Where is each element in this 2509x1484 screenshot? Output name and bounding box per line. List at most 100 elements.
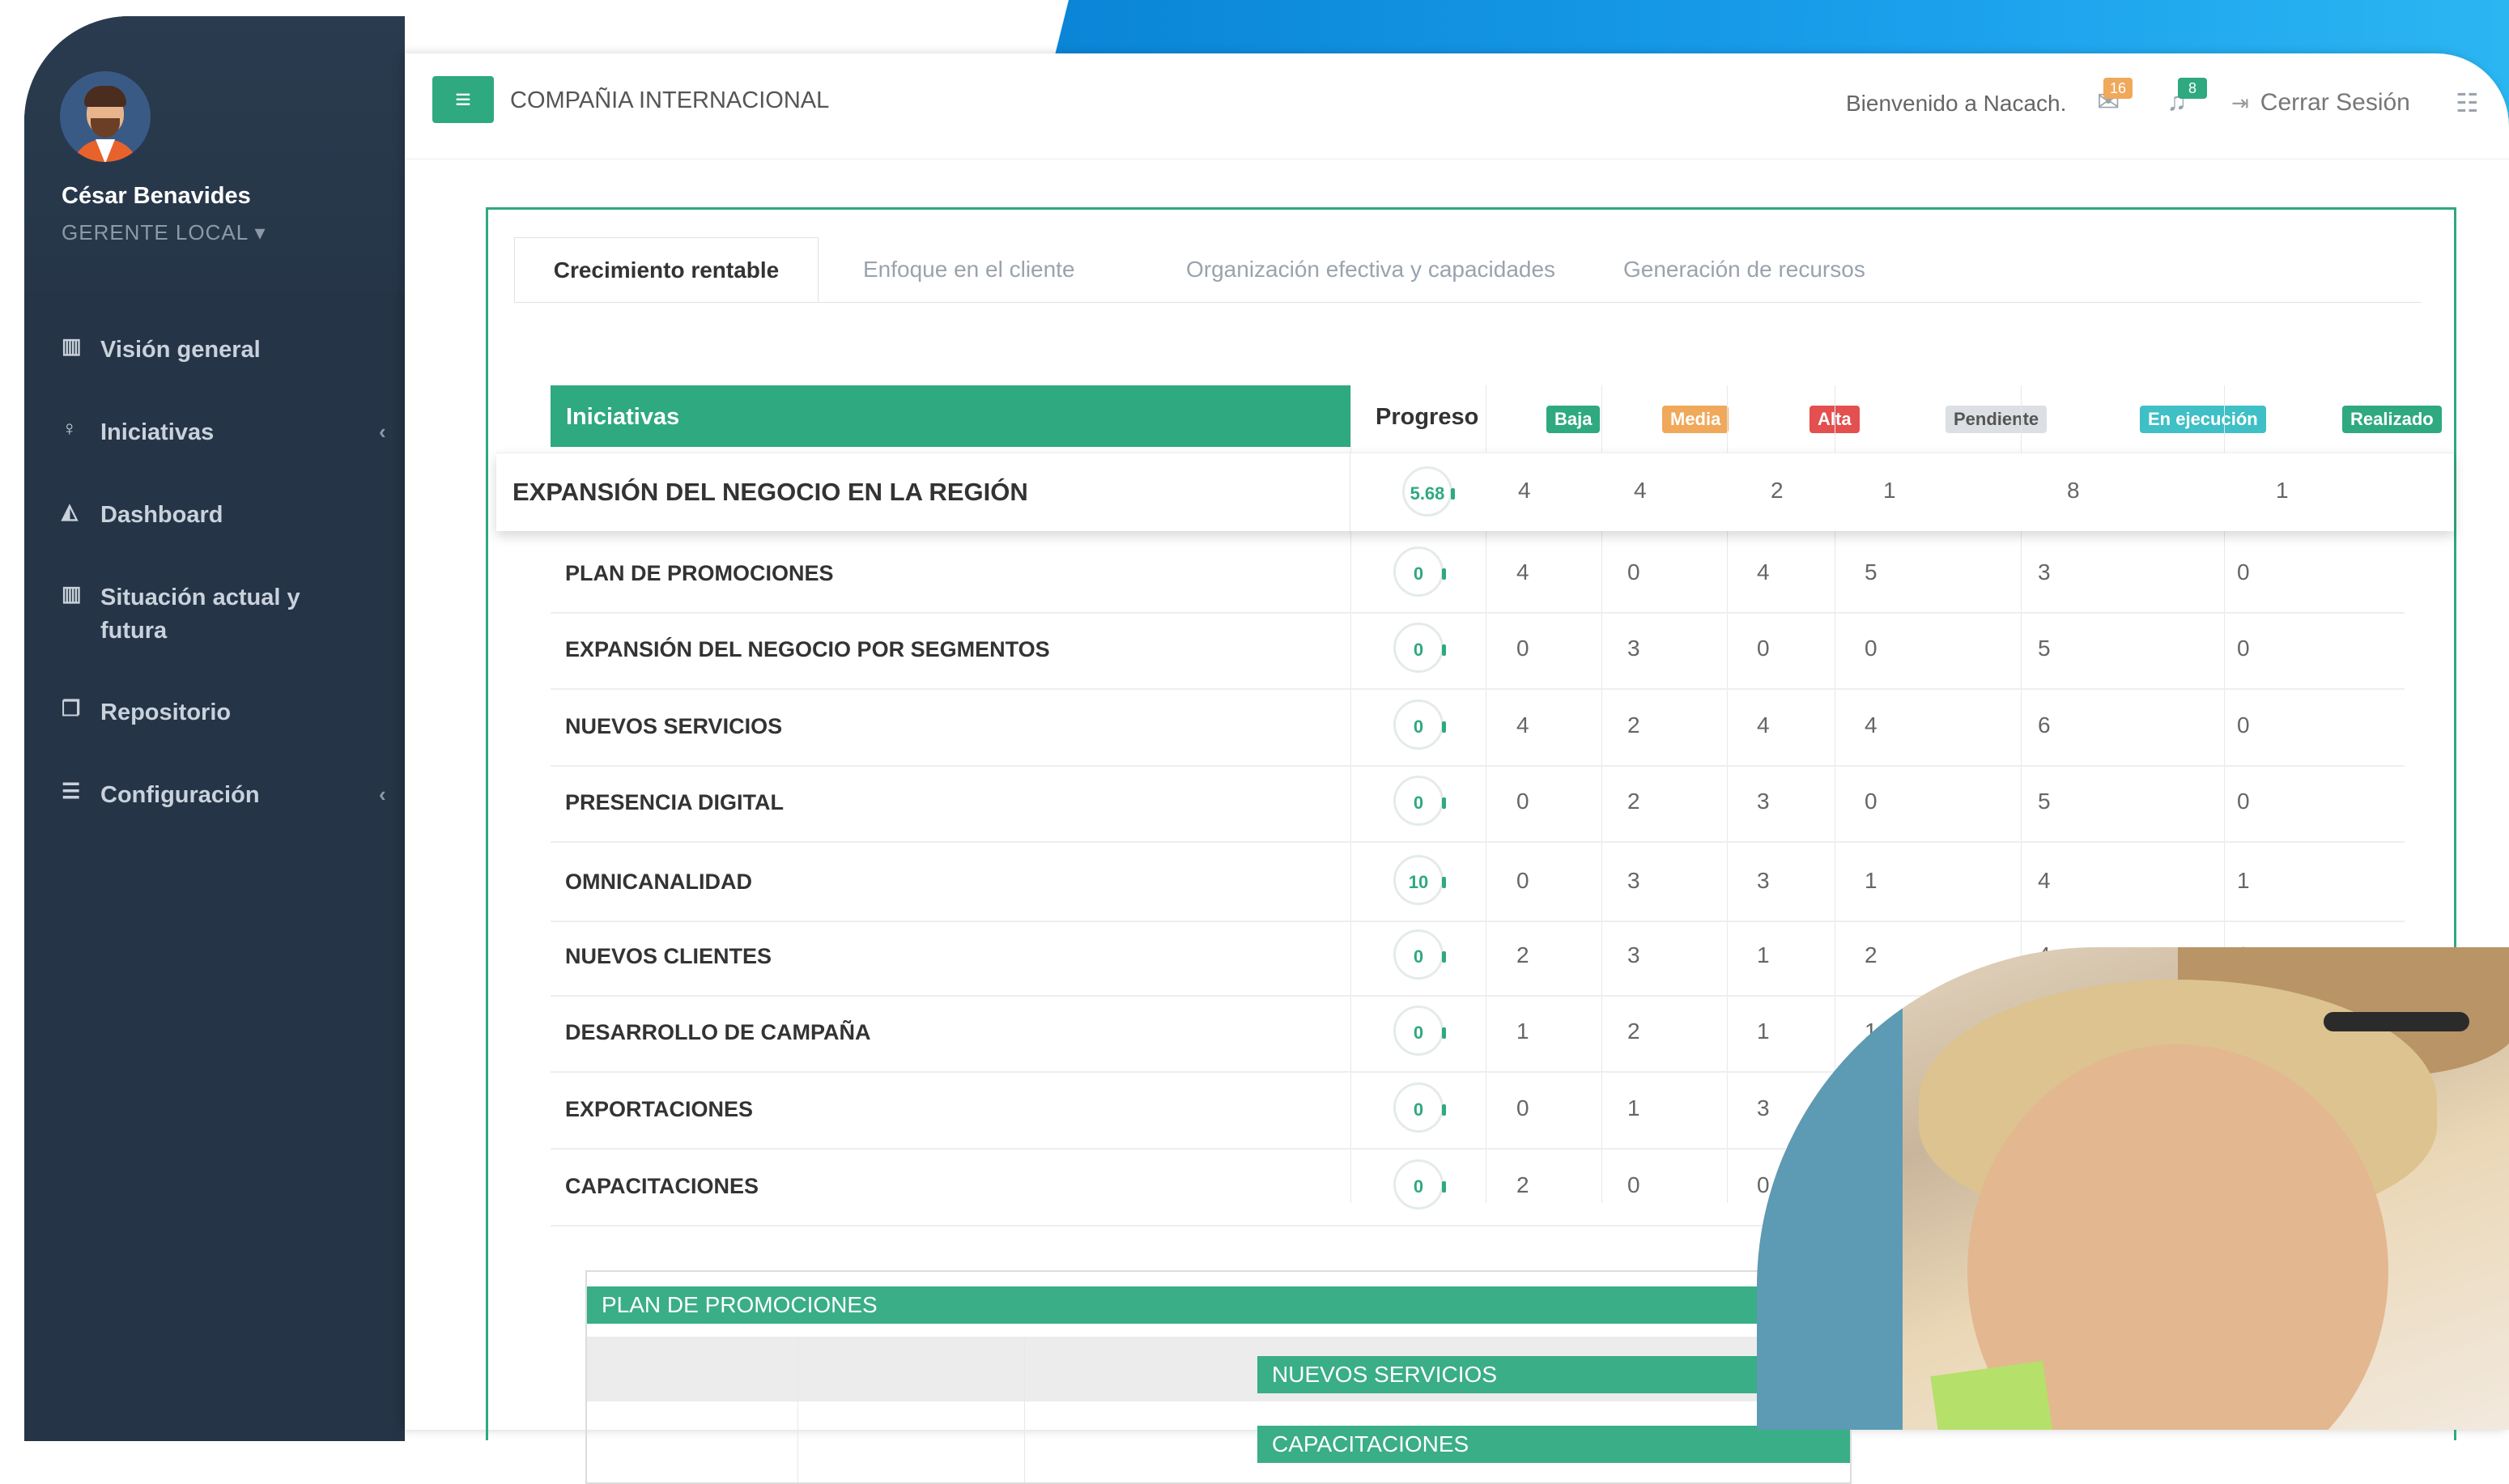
bar-chart-icon: ▥ xyxy=(62,581,82,606)
status-count-cell: 3 xyxy=(2038,559,2051,585)
initiative-name: PRESENCIA DIGITAL xyxy=(565,790,785,814)
initiative-name: CAPACITACIONES xyxy=(565,1174,759,1198)
progress-value: 0 xyxy=(1413,1023,1424,1043)
progress-indicator: 0 xyxy=(1393,699,1446,750)
status-count-cell: 2 xyxy=(1865,942,1877,967)
gantt-chart: PLAN DE PROMOCIONES NUEVOS SERVICIOS CAP… xyxy=(585,1270,1852,1484)
status-count-cell: 4 xyxy=(1865,712,1877,738)
progress-value: 0 xyxy=(1413,716,1424,737)
status-count-cell: 3 xyxy=(1627,868,1640,893)
progress-value: 0 xyxy=(1413,1176,1424,1197)
status-count-cell: 2 xyxy=(1627,789,1640,814)
sidebar: César Benavides GERENTE LOCAL ▾ ▥ Visión… xyxy=(24,16,405,1441)
progress-indicator: 5.68 xyxy=(1402,466,1455,517)
status-count-cell: 0 xyxy=(1757,636,1770,661)
status-count-cell: 3 xyxy=(1757,789,1770,814)
status-count-cell: 4 xyxy=(1516,559,1529,585)
initiative-name: NUEVOS SERVICIOS xyxy=(565,714,783,738)
progress-indicator: 0 xyxy=(1393,776,1446,826)
progress-value: 0 xyxy=(1413,946,1424,967)
tabs-divider xyxy=(514,302,2422,303)
initiative-name: EXPANSIÓN DEL NEGOCIO POR SEGMENTOS xyxy=(565,637,1050,661)
status-count-cell: 5 xyxy=(1865,559,1877,585)
tab-generacion-recursos[interactable]: Generación de recursos xyxy=(1623,237,1865,302)
status-count-cell: 2 xyxy=(1627,1018,1640,1044)
progress-arc xyxy=(1442,797,1446,809)
status-count-cell: 3 xyxy=(1757,868,1770,893)
table-row[interactable]: NUEVOS SERVICIOS 0 4 2 4 4 6 0 xyxy=(551,690,2405,767)
status-count-cell: 0 xyxy=(1516,789,1529,814)
highlighted-row[interactable]: EXPANSIÓN DEL NEGOCIO EN LA REGIÓN 5.68 4… xyxy=(496,453,2454,531)
progress-arc xyxy=(1442,721,1446,733)
status-count-cell: 1 xyxy=(1757,942,1770,967)
status-count-cell: 2 xyxy=(1516,1172,1529,1197)
progress-value: 10 xyxy=(1408,872,1429,892)
avatar[interactable] xyxy=(60,71,151,162)
status-count-cell: 0 xyxy=(1516,868,1529,893)
gantt-bar[interactable]: CAPACITACIONES xyxy=(1257,1426,1850,1463)
sidebar-item-label: Iniciativas xyxy=(100,419,215,445)
progress-indicator: 0 xyxy=(1393,1006,1446,1056)
status-count-cell: 4 xyxy=(1757,559,1770,585)
status-count-cell: 0 xyxy=(1865,636,1877,661)
list-icon[interactable]: ☷ xyxy=(2456,87,2479,118)
files-icon: ❐ xyxy=(62,696,81,721)
progress-arc xyxy=(1442,568,1446,580)
status-pill: Media xyxy=(1662,406,1729,433)
status-count-cell: 5 xyxy=(2038,789,2051,814)
gantt-bar[interactable]: PLAN DE PROMOCIONES xyxy=(587,1286,1850,1324)
status-count-cell: 1 xyxy=(2276,478,2289,503)
gantt-grid-line xyxy=(797,1337,798,1482)
status-count-cell: 0 xyxy=(1516,636,1529,661)
status-count-cell: 0 xyxy=(1627,1172,1640,1197)
progress-arc xyxy=(1442,877,1446,888)
welcome-text: Bienvenido a Nacach. xyxy=(1846,91,2067,116)
tab-organizacion[interactable]: Organización efectiva y capacidades xyxy=(1186,237,1555,302)
table-row[interactable]: OMNICANALIDAD 10 0 3 3 1 4 1 xyxy=(551,845,2405,922)
progress-arc xyxy=(1442,644,1446,656)
user-role-label: GERENTE LOCAL xyxy=(62,220,249,244)
table-row[interactable]: PLAN DE PROMOCIONES 0 4 0 4 5 3 0 xyxy=(551,537,2405,614)
status-count-cell: 0 xyxy=(2237,636,2250,661)
user-role-dropdown[interactable]: GERENTE LOCAL ▾ xyxy=(62,220,266,245)
status-count-cell: 1 xyxy=(1865,868,1877,893)
status-count-cell: 4 xyxy=(1516,712,1529,738)
sidebar-item-label: Dashboard xyxy=(100,502,223,528)
table-row[interactable]: PRESENCIA DIGITAL 0 0 2 3 0 5 0 xyxy=(551,766,2405,843)
progress-indicator: 0 xyxy=(1393,623,1446,673)
status-count-cell: 0 xyxy=(2237,559,2250,585)
table-row[interactable]: EXPANSIÓN DEL NEGOCIO POR SEGMENTOS 0 0 3 0 0… xyxy=(551,613,2405,690)
status-count-cell: 2 xyxy=(1627,712,1640,738)
sidebar-item-iniciativas[interactable]: ♀ Iniciativas ‹ xyxy=(62,416,386,449)
top-bar: ≡ COMPAÑIA INTERNACIONAL Bienvenido a Na… xyxy=(405,53,2509,159)
status-pill: Pendiente xyxy=(1946,406,2048,433)
sidebar-item-vision-general[interactable]: ▥ Visión general xyxy=(62,334,359,367)
column-header-progreso: Progreso xyxy=(1376,404,1479,430)
sidebar-item-situacion[interactable]: ▥ Situación actual y futura xyxy=(62,581,359,648)
tab-enfoque-cliente[interactable]: Enfoque en el cliente xyxy=(863,237,1075,302)
status-count-cell: 0 xyxy=(2237,712,2250,738)
status-count-cell: 5 xyxy=(2038,636,2051,661)
status-count-cell: 0 xyxy=(1865,789,1877,814)
status-count-cell: 6 xyxy=(2038,712,2051,738)
initiative-name: EXPORTACIONES xyxy=(565,1097,754,1121)
initiative-name: OMNICANALIDAD xyxy=(565,870,752,894)
hamburger-icon: ≡ xyxy=(455,84,471,115)
progress-arc xyxy=(1442,1181,1446,1193)
highlighted-row-name: EXPANSIÓN DEL NEGOCIO EN LA REGIÓN xyxy=(512,478,1028,506)
status-count-cell: 0 xyxy=(2237,789,2250,814)
logout-icon: ⇥ xyxy=(2231,91,2249,115)
status-count-cell: 1 xyxy=(1627,1095,1640,1120)
progress-indicator: 0 xyxy=(1393,929,1446,980)
progress-arc xyxy=(1442,1027,1446,1039)
sidebar-item-repositorio[interactable]: ❐ Repositorio xyxy=(62,696,359,729)
progress-indicator: 0 xyxy=(1393,1159,1446,1210)
status-count-cell: 2 xyxy=(1516,942,1529,967)
menu-toggle-button[interactable]: ≡ xyxy=(432,76,494,123)
status-count-cell: 0 xyxy=(1627,559,1640,585)
tab-crecimiento-rentable[interactable]: Crecimiento rentable xyxy=(514,237,819,303)
initiative-name: PLAN DE PROMOCIONES xyxy=(565,561,834,585)
sidebar-item-configuracion[interactable]: ☰ Configuración ‹ xyxy=(62,779,386,812)
sidebar-item-dashboard[interactable]: ◭ Dashboard xyxy=(62,499,359,532)
logout-button[interactable]: ⇥ Cerrar Sesión xyxy=(2231,89,2410,117)
